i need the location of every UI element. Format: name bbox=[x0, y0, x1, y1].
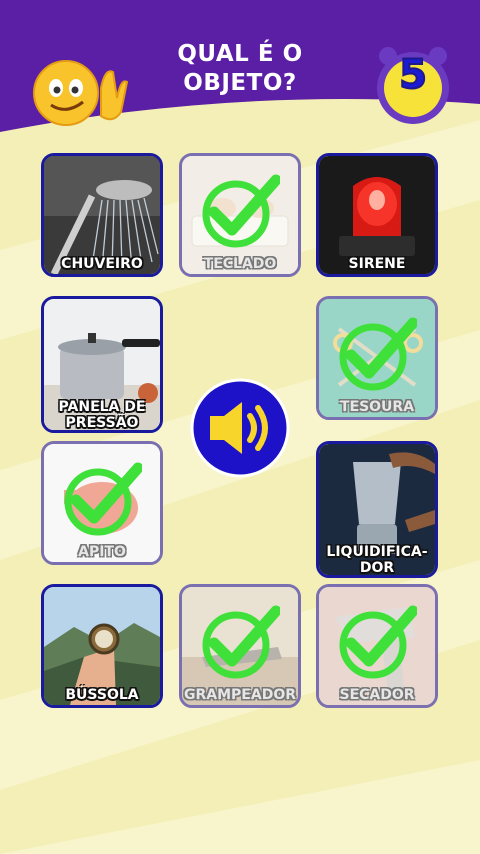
card-panela-de-pressao[interactable]: PANELA DE PRESSÃO bbox=[41, 296, 163, 433]
game-title: QUAL É O OBJETO? bbox=[150, 40, 330, 98]
thinking-emoji-icon bbox=[33, 60, 128, 126]
card-label-line-2: PRESSÃO bbox=[65, 415, 139, 431]
check-icon bbox=[339, 317, 417, 391]
card-sirene[interactable]: SIRENE bbox=[316, 153, 438, 277]
card-label: PANELA DE PRESSÃO bbox=[44, 399, 160, 431]
card-chuveiro[interactable]: CHUVEIRO bbox=[41, 153, 163, 277]
timer-count: 5 bbox=[398, 51, 428, 99]
speaker-button[interactable] bbox=[190, 378, 290, 478]
card-label-line-2: DOR bbox=[359, 560, 395, 576]
card-apito[interactable]: APITO bbox=[41, 441, 163, 565]
check-icon bbox=[339, 605, 417, 679]
card-label: BÚSSOLA bbox=[65, 687, 139, 703]
title-line-1: QUAL É O bbox=[177, 41, 303, 67]
check-icon bbox=[64, 462, 142, 536]
card-teclado[interactable]: TECLADO bbox=[179, 153, 301, 277]
card-tesoura[interactable]: TESOURA bbox=[316, 296, 438, 420]
card-label: TECLADO bbox=[203, 256, 277, 272]
card-label: TESOURA bbox=[339, 399, 415, 415]
card-label: LIQUIDIFICA- DOR bbox=[319, 544, 435, 576]
card-secador[interactable]: SECADOR bbox=[316, 584, 438, 708]
card-label-line-1: LIQUIDIFICA- bbox=[326, 544, 428, 560]
card-label: SECADOR bbox=[339, 687, 415, 703]
card-grampeador[interactable]: GRAMPEADOR bbox=[179, 584, 301, 708]
check-icon bbox=[202, 174, 280, 248]
card-liquidificador[interactable]: LIQUIDIFICA- DOR bbox=[316, 441, 438, 578]
card-bussola[interactable]: BÚSSOLA bbox=[41, 584, 163, 708]
title-line-2: OBJETO? bbox=[183, 70, 297, 96]
card-label: SIRENE bbox=[348, 256, 406, 272]
card-label-line-1: PANELA DE bbox=[58, 399, 146, 415]
card-label: APITO bbox=[78, 544, 126, 560]
card-label: CHUVEIRO bbox=[61, 256, 143, 272]
check-icon bbox=[202, 605, 280, 679]
card-label: GRAMPEADOR bbox=[184, 687, 296, 703]
